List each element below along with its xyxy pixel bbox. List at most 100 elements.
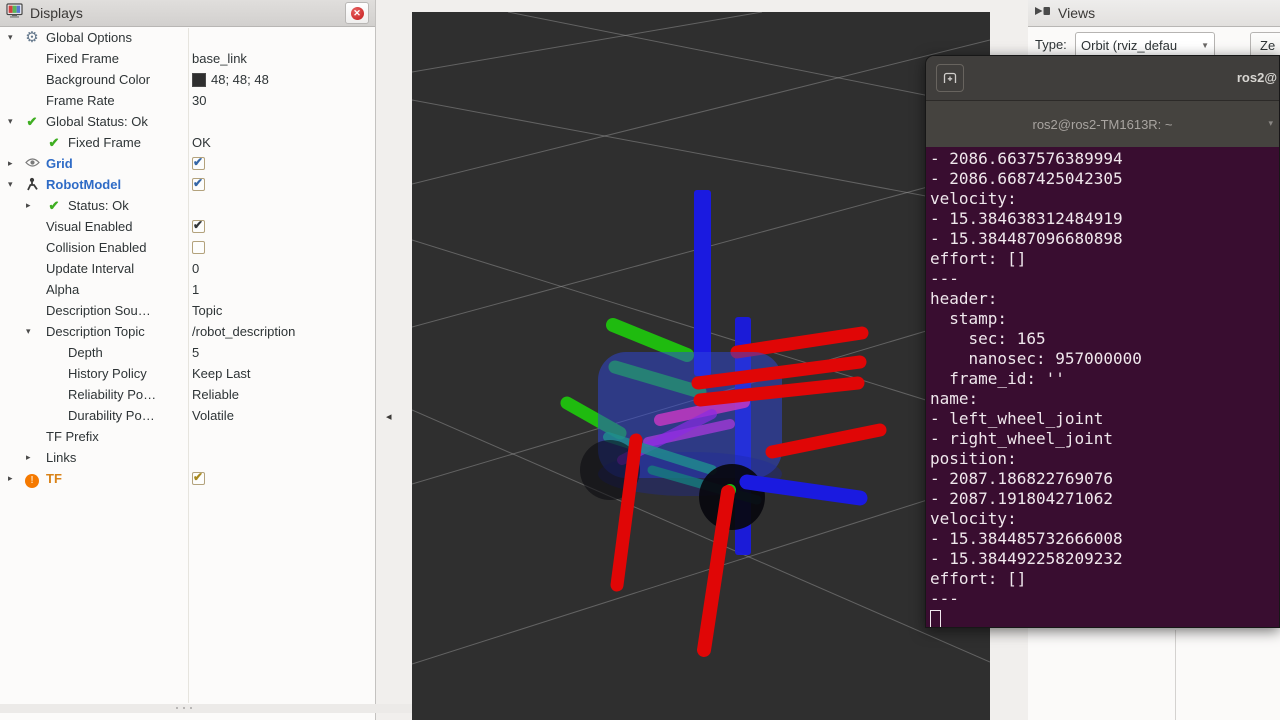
value-text: Volatile [192,408,234,423]
tree-row-value[interactable]: OK [192,135,211,150]
terminal-line: effort: [] [930,249,1279,269]
terminal-output[interactable]: - 2086.6637576389994- 2086.6687425042305… [926,147,1279,628]
tree-row-label: Visual Enabled [46,219,133,234]
tree-row-value[interactable]: Volatile [192,408,234,423]
horizontal-splitter[interactable] [0,704,412,713]
robot-icon [24,177,40,195]
checkbox-checked[interactable]: ✔ [192,472,205,485]
terminal-line: - 2086.6637576389994 [930,149,1279,169]
displays-close-button[interactable]: ✕ [345,2,369,24]
terminal-tab-bar[interactable]: ros2@ros2-TM1613R: ~ ▾ [926,100,1279,147]
collapsed-arrow-icon[interactable]: ▸ [26,200,31,211]
render-viewport-3d[interactable] [412,12,990,720]
terminal-line: frame_id: '' [930,369,1279,389]
terminal-line: velocity: [930,509,1279,529]
checkbox-unchecked[interactable] [192,241,205,254]
tree-row-label: Update Interval [46,261,134,276]
terminal-line: stamp: [930,309,1279,329]
views-icon [1034,4,1051,22]
value-text: /robot_description [192,324,295,339]
expand-arrow-icon[interactable]: ▾ [8,179,13,190]
value-text: Reliable [192,387,239,402]
terminal-line: position: [930,449,1279,469]
value-text: 48; 48; 48 [211,72,269,87]
tree-row-checkbox-cell[interactable]: ✔ [192,177,205,191]
expand-arrow-icon[interactable]: ▾ [8,116,13,127]
terminal-line: effort: [] [930,569,1279,589]
tree-row-checkbox-cell[interactable] [192,240,205,254]
tree-row-label: Status: Ok [68,198,129,213]
tree-row-label: Links [46,450,76,465]
collapsed-arrow-icon[interactable]: ▸ [26,452,31,463]
gear-icon: ⚙ [24,30,40,45]
tree-row-checkbox-cell[interactable]: ✔ [192,156,205,170]
robot-model-scene [412,12,990,720]
value-text: base_link [192,51,247,66]
tree-row-label: Global Status: Ok [46,114,148,129]
tree-row-value[interactable]: base_link [192,51,247,66]
view-type-label: Type: [1035,37,1067,52]
collapsed-arrow-icon[interactable]: ▸ [8,158,13,169]
splitter-handle-dots [176,707,192,709]
tree-row-label: Fixed Frame [46,51,119,66]
tree-row-value[interactable]: /robot_description [192,324,295,339]
displays-panel-header[interactable]: Displays ✕ [0,0,375,27]
tree-row-label: Durability Po… [68,408,155,423]
terminal-line: - 2086.6687425042305 [930,169,1279,189]
check-icon: ✔ [24,114,40,130]
expand-arrow-icon[interactable]: ▾ [8,32,13,43]
tree-column-divider [188,28,189,703]
expand-arrow-icon[interactable]: ▾ [26,326,31,337]
terminal-header-bar[interactable]: ros2@ [926,56,1279,100]
tree-row-label: TF [46,471,62,486]
value-text: OK [192,135,211,150]
value-text: Keep Last [192,366,251,381]
tree-row-label: History Policy [68,366,147,381]
tab-list-chevron-icon[interactable]: ▾ [1268,118,1273,129]
tree-row-checkbox-cell[interactable]: ✔ [192,219,205,233]
value-text: 30 [192,93,206,108]
tree-row-value[interactable]: 30 [192,93,206,108]
checkbox-checked[interactable]: ✔ [192,157,205,170]
terminal-tab-title: ros2@ros2-TM1613R: ~ [1033,117,1173,132]
tree-row-label: Grid [46,156,73,171]
terminal-line: --- [930,269,1279,289]
tree-row-value[interactable]: 5 [192,345,199,360]
new-tab-button[interactable] [936,64,964,92]
checkbox-checked[interactable]: ✔ [192,220,205,233]
collapsed-arrow-icon[interactable]: ▸ [8,473,13,484]
terminal-line: - 15.384638312484919 [930,209,1279,229]
terminal-line: - 15.384492258209232 [930,549,1279,569]
tree-row-label: Description Topic [46,324,145,339]
eye-icon [24,156,40,171]
check-icon: ✔ [193,155,203,169]
terminal-line: sec: 165 [930,329,1279,349]
tree-row-value[interactable]: Keep Last [192,366,251,381]
terminal-line: - 15.384487096680898 [930,229,1279,249]
panel-collapse-arrow-icon[interactable]: ◂ [386,410,392,423]
rviz-window: Displays ✕ ▾⚙Global OptionsFixed Frameba… [0,0,1280,720]
tree-row-checkbox-cell[interactable]: ✔ [192,471,205,485]
tree-row-label: Description Sou… [46,303,151,318]
check-icon: ✔ [193,176,203,190]
tree-row-value[interactable]: 1 [192,282,199,297]
displays-panel-title: Displays [30,5,345,21]
tree-row-label: Collision Enabled [46,240,146,255]
tree-row-value[interactable]: Reliable [192,387,239,402]
terminal-window-title: ros2@ [1237,70,1277,85]
tree-row-value[interactable]: 48; 48; 48 [192,72,269,87]
views-panel-header[interactable]: Views [1028,0,1280,27]
color-swatch [192,73,206,87]
tree-row-label: Fixed Frame [68,135,141,150]
terminal-line: nanosec: 957000000 [930,349,1279,369]
bottom-panel-edge [0,713,376,720]
tree-row-value[interactable]: Topic [192,303,222,318]
tree-row-value[interactable]: 0 [192,261,199,276]
close-icon: ✕ [351,7,364,20]
value-text: 1 [192,282,199,297]
robot-model [567,190,880,650]
terminal-line: header: [930,289,1279,309]
checkbox-checked[interactable]: ✔ [192,178,205,191]
check-icon: ✔ [193,218,203,232]
value-text: 5 [192,345,199,360]
